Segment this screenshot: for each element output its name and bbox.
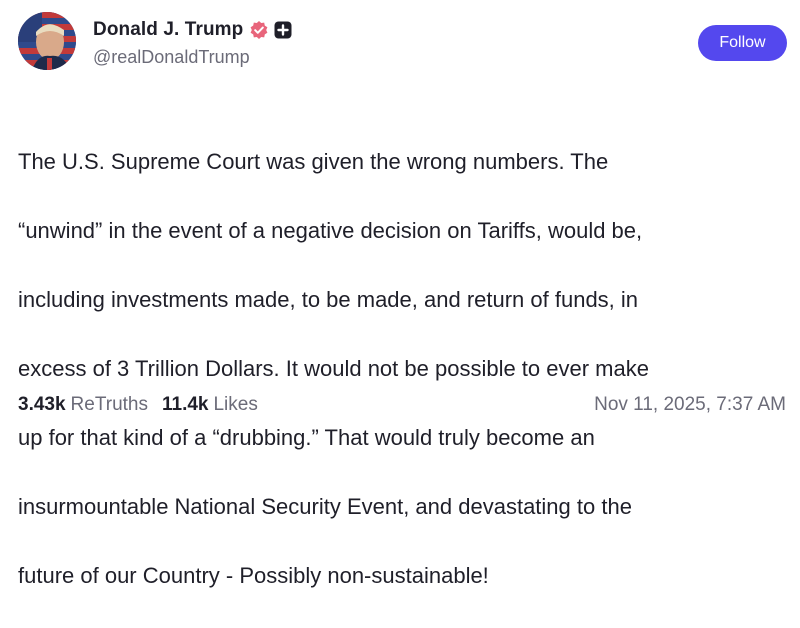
post-text-line: future of our Country - Possibly non-sus… bbox=[18, 562, 489, 588]
user-handle[interactable]: @realDonaldTrump bbox=[93, 47, 250, 68]
likes-label: Likes bbox=[213, 394, 258, 415]
follow-button[interactable]: Follow bbox=[698, 25, 787, 61]
post-text-line: The U.S. Supreme Court was given the wro… bbox=[18, 148, 609, 174]
avatar-image bbox=[18, 12, 76, 70]
likes-count: 11.4k bbox=[161, 394, 209, 415]
post-stats: 3.43k ReTruths 11.4k Likes bbox=[18, 394, 258, 416]
likes-stat[interactable]: 11.4k Likes bbox=[162, 394, 258, 416]
retruths-label: ReTruths bbox=[70, 394, 148, 415]
post-text-line: up for that kind of a “drubbing.” That w… bbox=[18, 424, 595, 450]
verified-badge-icon bbox=[249, 20, 269, 40]
retruths-count: 3.43k bbox=[18, 394, 66, 415]
avatar[interactable] bbox=[18, 12, 76, 70]
name-row: Donald J. Trump bbox=[93, 16, 292, 44]
truth-post: Donald J. Trump @realDonaldTrump Follow … bbox=[0, 0, 800, 588]
display-name[interactable]: Donald J. Trump bbox=[93, 19, 243, 41]
post-timestamp[interactable]: Nov 11, 2025, 7:37 AM bbox=[594, 394, 786, 416]
post-text-line: excess of 3 Trillion Dollars. It would n… bbox=[18, 355, 649, 381]
plus-badge-icon bbox=[274, 21, 292, 39]
post-text-line: insurmountable National Security Event, … bbox=[18, 493, 632, 519]
post-body: The U.S. Supreme Court was given the wro… bbox=[18, 110, 788, 628]
post-text-line: “unwind” in the event of a negative deci… bbox=[18, 217, 643, 243]
retruths-stat[interactable]: 3.43k ReTruths bbox=[18, 394, 148, 416]
post-text-line: including investments made, to be made, … bbox=[18, 286, 639, 312]
